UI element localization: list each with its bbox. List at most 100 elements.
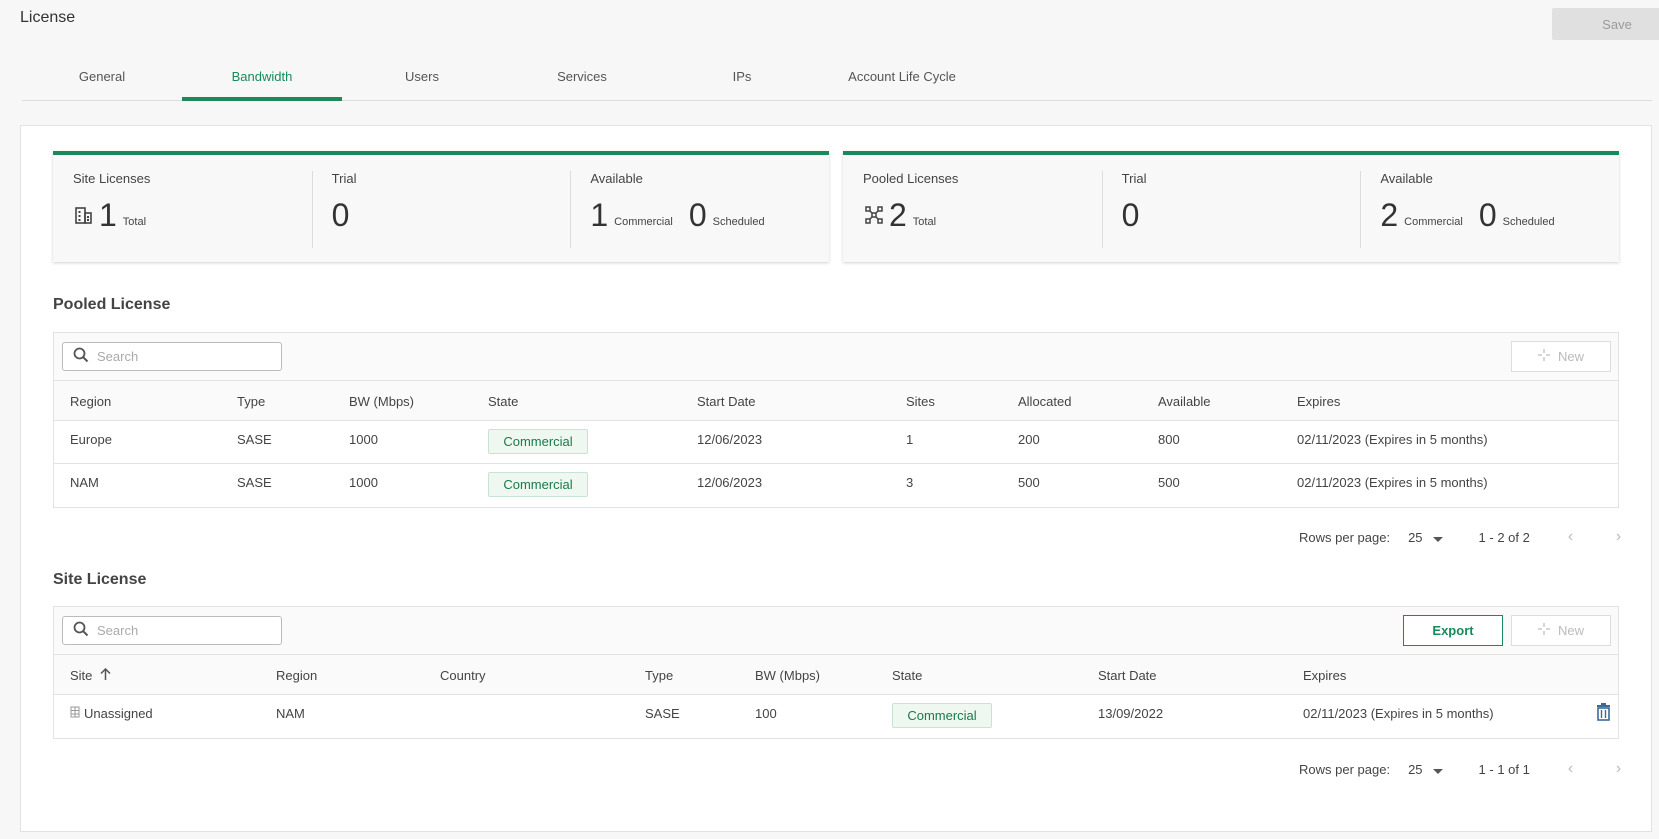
col-site[interactable]: Site [70, 667, 111, 683]
tab-users[interactable]: Users [342, 62, 502, 100]
building-icon [73, 204, 95, 226]
tab-general[interactable]: General [22, 62, 182, 100]
search-icon [73, 347, 89, 366]
cell-allocated: 200 [1018, 432, 1040, 447]
site-license-table: Export New Site Region Country Type BW (… [53, 606, 1619, 739]
pooled-header-row: Region Type BW (Mbps) State Start Date S… [54, 381, 1618, 421]
cell-site: Unassigned [70, 706, 153, 721]
col-type[interactable]: Type [237, 394, 265, 409]
col-bw[interactable]: BW (Mbps) [755, 668, 820, 683]
site-licenses-total: 1 [99, 197, 117, 233]
site-toolbar: Export New [54, 607, 1618, 655]
pooled-license-table: New Region Type BW (Mbps) State Start Da… [53, 332, 1619, 508]
site-commercial-label: Commercial [614, 216, 673, 228]
tab-account-life-cycle[interactable]: Account Life Cycle [822, 62, 982, 100]
pooled-search-box [62, 342, 282, 371]
chevron-left-icon[interactable]: ‹ [1568, 760, 1578, 778]
col-country[interactable]: Country [440, 668, 486, 683]
site-license-title: Site License [53, 571, 147, 588]
cell-start-date: 13/09/2022 [1098, 706, 1164, 721]
col-region[interactable]: Region [70, 394, 111, 409]
pooled-licenses-total-cell: Pooled Licenses 2 Total [843, 155, 1102, 262]
pooled-license-title: Pooled License [53, 296, 171, 313]
cell-available: 500 [1158, 475, 1180, 490]
site-scheduled-value: 0 [688, 197, 707, 233]
rows-per-page-label: Rows per page: [1299, 529, 1391, 545]
page-title: License [20, 9, 76, 26]
cell-type: SASE [237, 432, 272, 447]
table-row[interactable]: Unassigned NAM SASE 100 Commercial 13/09… [54, 695, 1618, 738]
col-expires[interactable]: Expires [1297, 394, 1340, 409]
pooled-licenses-total: 2 [889, 197, 907, 233]
col-type[interactable]: Type [645, 668, 673, 683]
status-badge: Commercial [892, 703, 992, 728]
pooled-toolbar: New [54, 333, 1618, 381]
cell-available: 800 [1158, 432, 1180, 447]
cell-sites: 1 [906, 432, 914, 447]
cell-region: Europe [70, 432, 112, 447]
tab-bandwidth[interactable]: Bandwidth [182, 62, 342, 101]
pooled-trial-label: Trial [1121, 171, 1147, 186]
col-start-date[interactable]: Start Date [1098, 668, 1157, 683]
table-row[interactable]: Europe SASE 1000 Commercial 12/06/2023 1… [54, 421, 1618, 464]
col-allocated[interactable]: Allocated [1018, 394, 1071, 409]
col-expires[interactable]: Expires [1303, 668, 1346, 683]
caret-down-icon [1432, 536, 1443, 542]
site-trial-value: 0 [331, 197, 350, 233]
col-available[interactable]: Available [1158, 394, 1211, 409]
pooled-search-input[interactable] [97, 349, 267, 364]
caret-down-icon [1432, 768, 1443, 774]
pooled-trial-value: 0 [1121, 197, 1140, 233]
col-sites[interactable]: Sites [906, 394, 935, 409]
col-start-date[interactable]: Start Date [697, 394, 756, 409]
cell-region: NAM [276, 706, 305, 721]
bandwidth-content: Site Licenses 1 Total Trial 0 Available … [20, 125, 1652, 832]
arrow-up-icon [100, 667, 111, 683]
site-licenses-trial-cell: Trial 0 [311, 155, 571, 262]
cell-type: SASE [237, 475, 272, 490]
cell-allocated: 500 [1018, 475, 1040, 490]
cell-sites: 3 [906, 475, 914, 490]
cell-expires: 02/11/2023 (Expires in 5 months) [1297, 475, 1488, 490]
sparkle-icon [1537, 349, 1550, 364]
pooled-scheduled-label: Scheduled [1502, 216, 1555, 228]
pooled-available-label: Available [1380, 171, 1433, 186]
search-icon [73, 621, 89, 640]
tab-ips[interactable]: IPs [662, 62, 822, 100]
sparkle-icon [1537, 623, 1550, 638]
chevron-right-icon[interactable]: › [1616, 760, 1626, 778]
site-new-button[interactable]: New [1511, 615, 1611, 646]
cell-region: NAM [70, 475, 99, 490]
chevron-left-icon[interactable]: ‹ [1568, 528, 1578, 546]
site-new-label: New [1557, 623, 1584, 638]
site-licenses-total-label: Total [122, 216, 147, 228]
site-licenses-label: Site Licenses [73, 171, 151, 186]
col-bw[interactable]: BW (Mbps) [349, 394, 414, 409]
trash-icon[interactable] [1596, 703, 1611, 724]
col-region[interactable]: Region [276, 668, 317, 683]
table-row[interactable]: NAM SASE 1000 Commercial 12/06/2023 3 50… [54, 464, 1618, 507]
pooled-commercial-value: 2 [1380, 197, 1399, 233]
rows-per-page-select[interactable]: 25 [1408, 530, 1443, 545]
pooled-licenses-label: Pooled Licenses [863, 171, 959, 186]
cell-expires: 02/11/2023 (Expires in 5 months) [1297, 432, 1488, 447]
save-button[interactable]: Save [1552, 8, 1659, 40]
pooled-commercial-label: Commercial [1404, 216, 1463, 228]
pooled-licenses-total-label: Total [912, 216, 937, 228]
rows-per-page-select[interactable]: 25 [1408, 762, 1443, 777]
cell-start-date: 12/06/2023 [697, 475, 763, 490]
site-search-input[interactable] [97, 623, 267, 638]
pooled-new-label: New [1557, 349, 1584, 364]
col-state[interactable]: State [892, 668, 922, 683]
cell-bw: 1000 [349, 475, 378, 490]
tab-services[interactable]: Services [502, 62, 662, 100]
col-state[interactable]: State [488, 394, 518, 409]
pooled-pagination: Rows per page: 25 1 - 2 of 2 ‹ › [1299, 528, 1626, 546]
pooled-new-button[interactable]: New [1511, 341, 1611, 372]
site-commercial-value: 1 [590, 197, 609, 233]
pagination-range: 1 - 2 of 2 [1478, 529, 1530, 545]
chevron-right-icon[interactable]: › [1616, 528, 1626, 546]
export-button[interactable]: Export [1403, 615, 1503, 646]
site-available-label: Available [590, 171, 643, 186]
pooled-scheduled-value: 0 [1478, 197, 1497, 233]
